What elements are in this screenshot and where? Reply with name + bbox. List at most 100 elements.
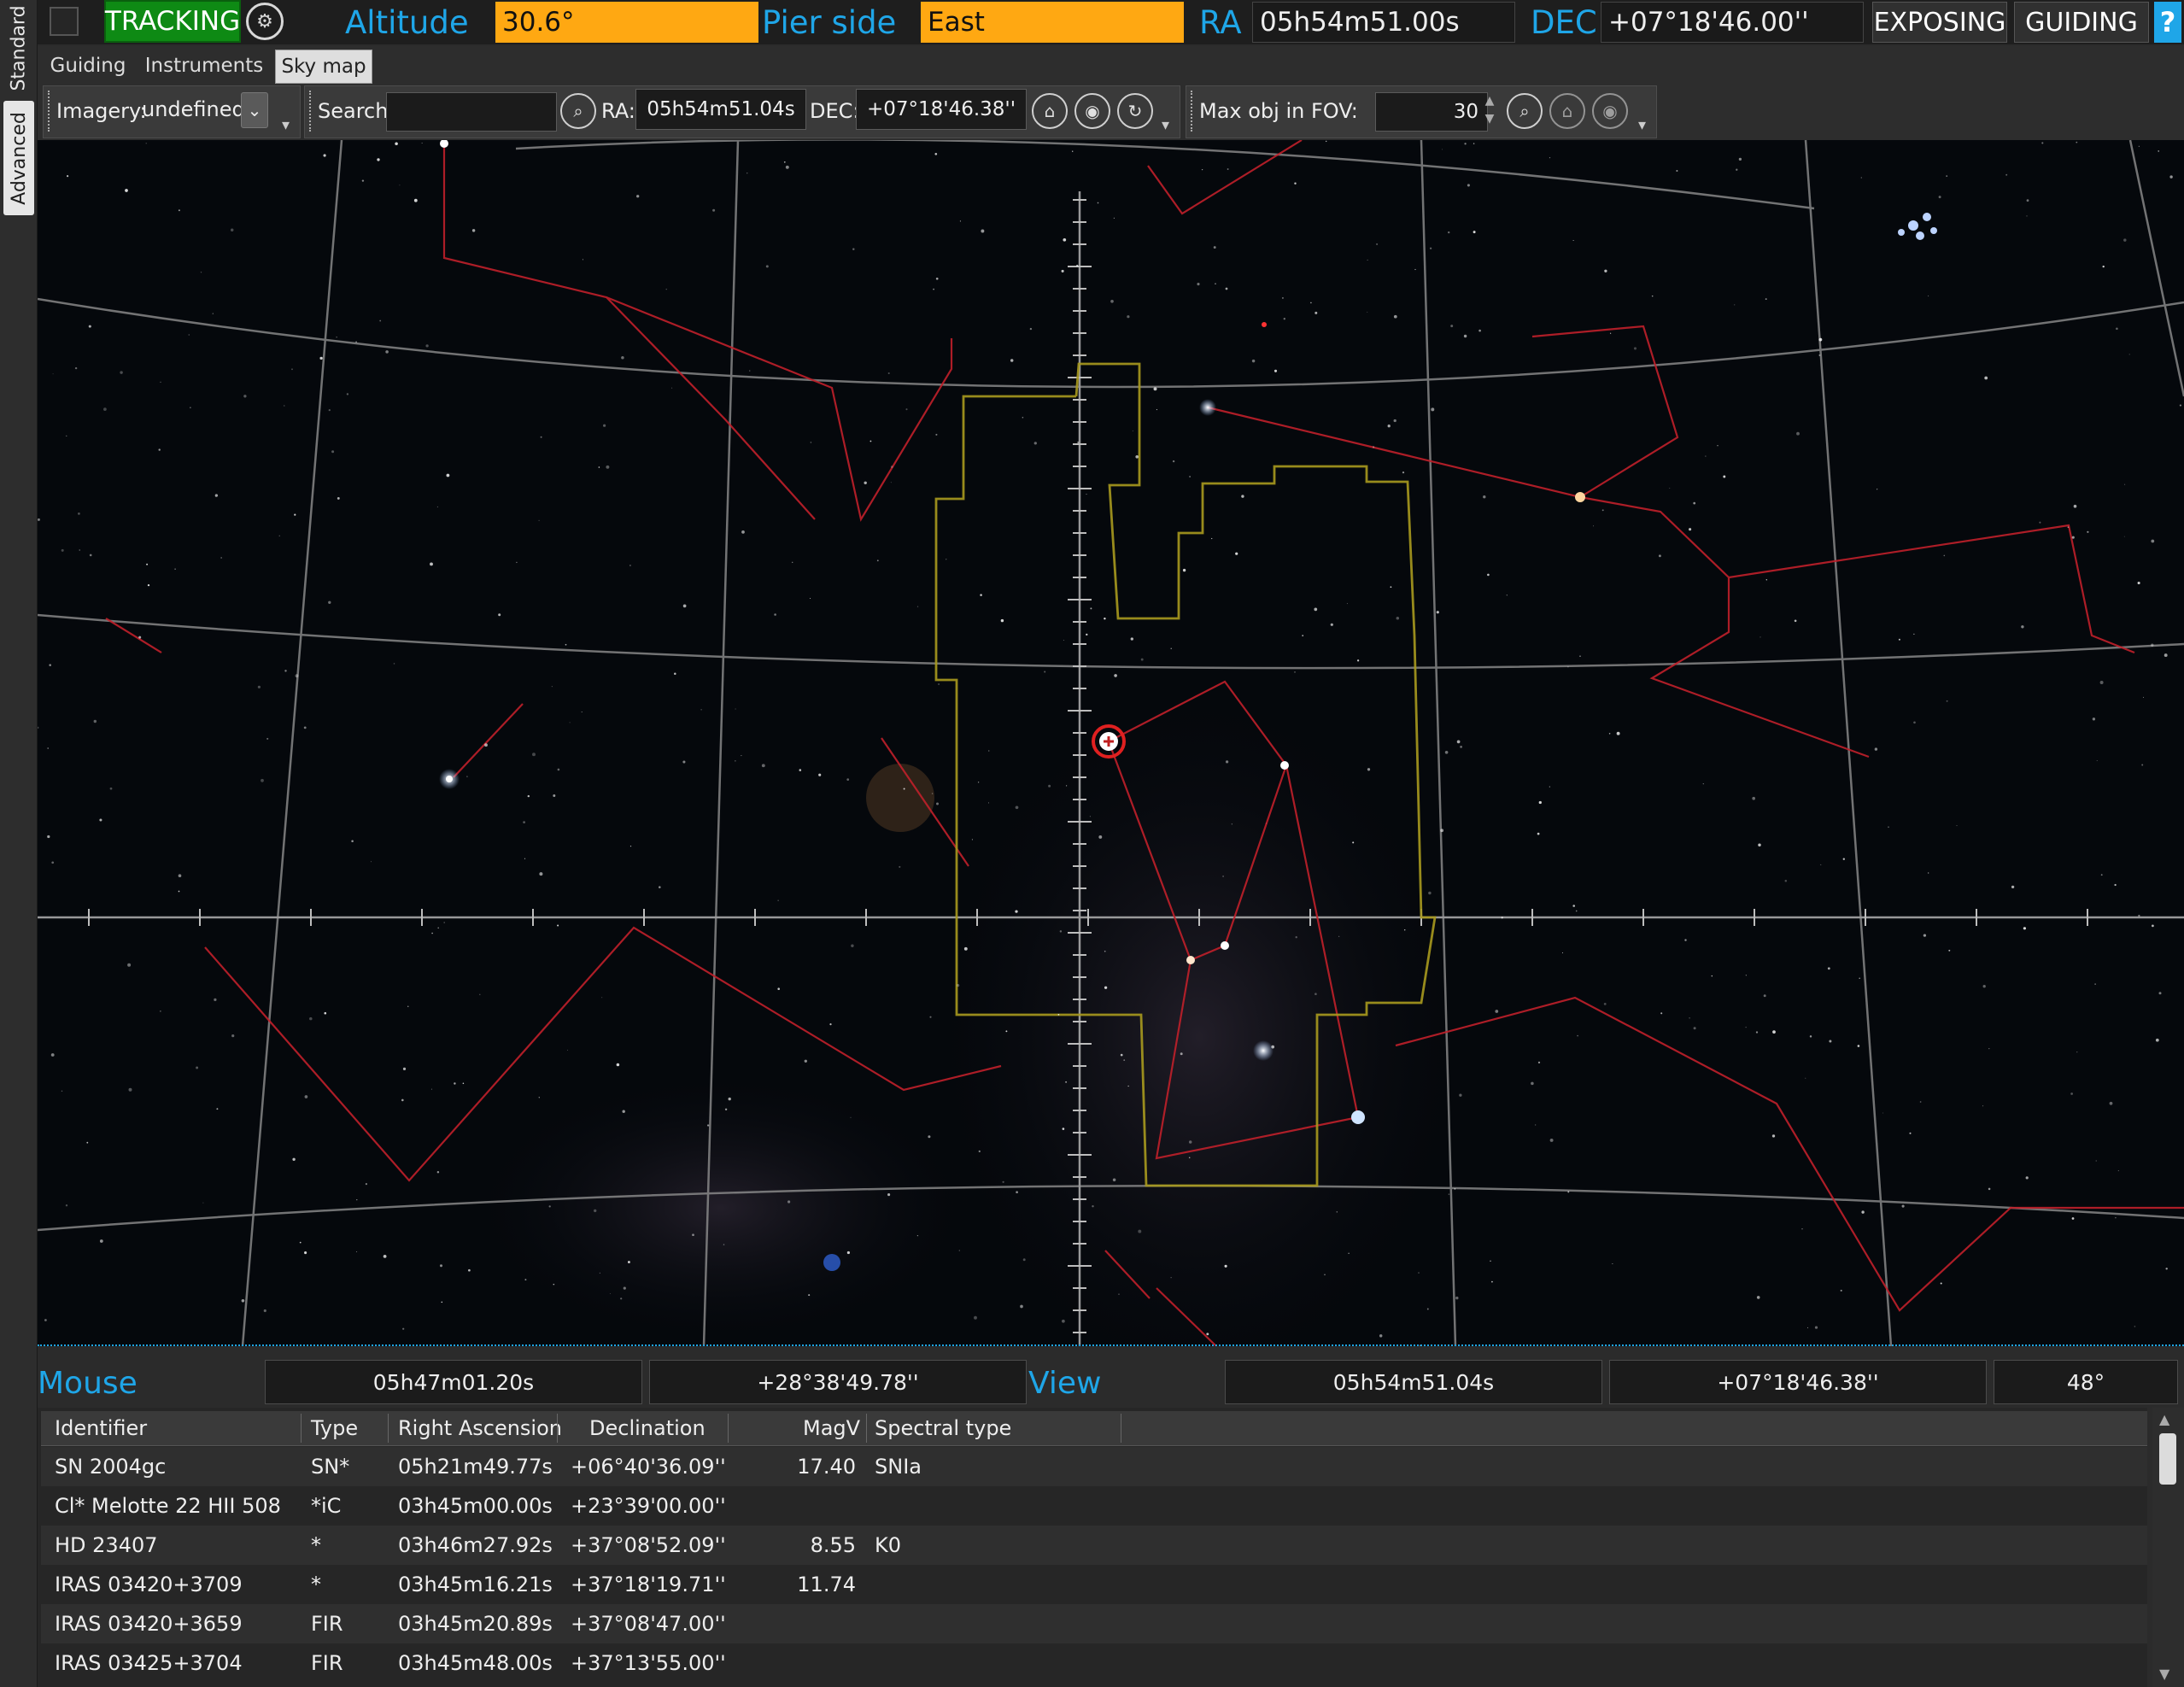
pier-side-label: Pier side: [762, 3, 897, 41]
tracking-checkbox[interactable]: [50, 7, 79, 36]
mouse-dec: +28°38'49.78'': [649, 1360, 1027, 1404]
cell-type: FIR: [311, 1651, 343, 1675]
cell-magv: [769, 1486, 856, 1526]
exposing-button[interactable]: EXPOSING: [1872, 2, 2007, 43]
table-row[interactable]: [41, 1643, 2147, 1683]
col-separator[interactable]: [388, 1414, 389, 1443]
max-obj-stepper[interactable]: ▲ ▼: [1481, 92, 1498, 130]
scroll-up-icon[interactable]: ▲: [2159, 1411, 2169, 1427]
cell-type: SN*: [311, 1455, 350, 1479]
col-type[interactable]: Type: [311, 1411, 358, 1445]
tab-instruments[interactable]: Instruments: [140, 50, 268, 82]
cell-type: *: [311, 1533, 321, 1557]
sky-map-svg[interactable]: [38, 140, 2184, 1346]
tab-guiding[interactable]: Guiding: [46, 50, 130, 82]
chevron-down-icon[interactable]: ⌄: [241, 92, 268, 128]
mouse-label: Mouse: [38, 1365, 138, 1401]
cell-type: *: [311, 1573, 321, 1596]
panel-splitter[interactable]: [38, 1344, 2184, 1348]
mouse-ra: 05h47m01.20s: [265, 1360, 642, 1404]
scrollbar-thumb[interactable]: [2159, 1433, 2176, 1485]
goto-telescope-icon[interactable]: ⌂: [1032, 93, 1068, 129]
sky-map-canvas[interactable]: [38, 140, 2184, 1346]
blue-nebula: [823, 1254, 840, 1271]
cell-magv: 11.74: [797, 1573, 856, 1596]
table-scrollbar[interactable]: ▲ ▼: [2152, 1408, 2184, 1687]
col-separator[interactable]: [557, 1414, 558, 1443]
cell-identifier: IRAS 03420+3659: [55, 1612, 243, 1636]
cell-identifier: IRAS 03420+3709: [55, 1573, 243, 1596]
ra-value: 05h54m51.00s: [1252, 2, 1515, 43]
search-overflow-icon[interactable]: ▾: [1162, 116, 1169, 134]
col-declination[interactable]: Declination: [589, 1411, 706, 1445]
dec-label: DEC: [1531, 3, 1597, 41]
cell-dec: +37°08'47.00'': [571, 1612, 726, 1636]
table-row[interactable]: [41, 1526, 2147, 1565]
col-separator[interactable]: [866, 1414, 867, 1443]
cell-ra: 03h45m00.00s: [398, 1494, 553, 1518]
objects-telescope-icon[interactable]: ⌂: [1549, 93, 1585, 129]
max-obj-input[interactable]: 30: [1375, 92, 1488, 132]
star-orion-nebula: [1253, 1040, 1274, 1061]
table-row[interactable]: [41, 1565, 2147, 1604]
cell-ra: 03h45m16.21s: [398, 1573, 553, 1596]
tracking-mode-icon[interactable]: ⚙: [246, 3, 284, 40]
col-separator[interactable]: [301, 1414, 302, 1443]
altitude-label: Altitude: [345, 3, 469, 41]
center-target-icon[interactable]: ◉: [1074, 93, 1110, 129]
star-rigel: [1351, 1110, 1365, 1124]
tab-sky-map[interactable]: Sky map: [275, 50, 372, 84]
fov-overflow-icon[interactable]: ▾: [1638, 116, 1646, 134]
col-identifier[interactable]: Identifier: [55, 1411, 147, 1445]
cell-identifier: HD 23407: [55, 1533, 158, 1557]
find-objects-icon[interactable]: ⌕: [1507, 93, 1543, 129]
cell-ra: 03h46m27.92s: [398, 1533, 553, 1557]
side-tab-advanced[interactable]: Advanced: [3, 101, 34, 215]
col-separator[interactable]: [728, 1414, 729, 1443]
cell-ra: 03h45m48.00s: [398, 1651, 553, 1675]
search-icon[interactable]: ⌕: [560, 93, 596, 129]
refresh-icon[interactable]: ↻: [1117, 93, 1153, 129]
col-magv[interactable]: MagV: [803, 1411, 860, 1445]
side-tab-strip: Standard Advanced: [0, 0, 38, 1687]
cell-dec: +23°39'00.00'': [571, 1494, 726, 1518]
altitude-value: 30.6°: [495, 2, 758, 43]
search-grip[interactable]: [309, 91, 316, 132]
side-tab-standard[interactable]: Standard: [3, 3, 34, 92]
imagery-overflow-icon[interactable]: ▾: [282, 116, 290, 134]
cell-type: *iC: [311, 1494, 342, 1518]
dec-input[interactable]: +07°18'46.38'': [856, 89, 1027, 130]
guiding-button[interactable]: GUIDING: [2014, 2, 2149, 43]
milky-way-glow: [465, 1071, 977, 1344]
cell-dec: +37°13'55.00'': [571, 1651, 726, 1675]
side-tab-standard-label: Standard: [8, 4, 30, 91]
ra-input[interactable]: 05h54m51.04s: [635, 89, 806, 130]
view-ra: 05h54m51.04s: [1225, 1360, 1602, 1404]
pier-side-value: East: [921, 2, 1184, 43]
cell-identifier: Cl* Melotte 22 HII 508: [55, 1494, 281, 1518]
nebula-patch: [866, 764, 934, 832]
scroll-down-icon[interactable]: ▼: [2159, 1666, 2169, 1682]
marker-red-dot: [1262, 322, 1267, 327]
tracking-status[interactable]: TRACKING: [104, 0, 241, 43]
cell-ra: 03h45m20.89s: [398, 1612, 553, 1636]
cell-spectral: K0: [875, 1533, 902, 1557]
view-fov: 48°: [1994, 1360, 2178, 1404]
table-row[interactable]: [41, 1447, 2147, 1486]
imagery-select-value[interactable]: undefined: [142, 97, 245, 121]
star-belt: [1221, 941, 1229, 950]
col-right-ascension[interactable]: Right Ascension: [398, 1411, 562, 1445]
cell-magv: [769, 1643, 856, 1683]
star-betelgeuse: [1186, 956, 1195, 964]
cell-magv: 8.55: [810, 1533, 856, 1557]
col-spectral-type[interactable]: Spectral type: [875, 1411, 1011, 1445]
objects-target-icon[interactable]: ◉: [1592, 93, 1628, 129]
help-button[interactable]: ?: [2154, 2, 2181, 43]
cell-type: FIR: [311, 1612, 343, 1636]
fov-grip[interactable]: [1191, 91, 1197, 132]
table-row[interactable]: [41, 1604, 2147, 1643]
search-input[interactable]: [386, 92, 557, 132]
imagery-grip[interactable]: [48, 91, 55, 132]
table-row[interactable]: [41, 1486, 2147, 1526]
cell-dec: +06°40'36.09'': [571, 1455, 726, 1479]
